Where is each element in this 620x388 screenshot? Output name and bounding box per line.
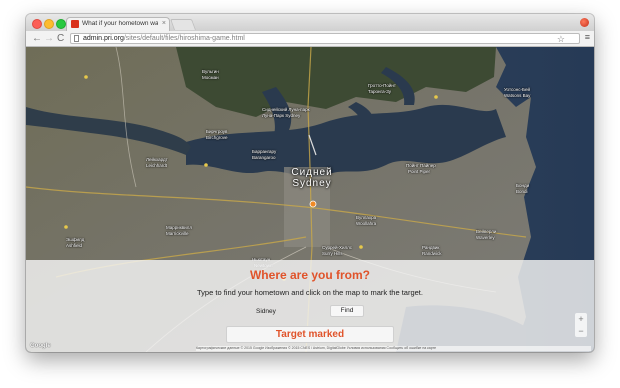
- map-pin: [84, 75, 88, 79]
- tab-title: What if your hometown wa: [82, 20, 158, 27]
- reload-icon[interactable]: C: [57, 32, 64, 45]
- map-label: Баррангару: [252, 149, 277, 154]
- map-label: Суррей-Хиллс: [322, 245, 352, 250]
- game-panel: Where are you from? Type to find your ho…: [26, 260, 594, 352]
- page-content: Вульгин Мосман Гротто-Пойнт Таронга-Зу С…: [26, 47, 594, 352]
- extension-icon[interactable]: [580, 18, 589, 27]
- zoom-control: + −: [575, 313, 587, 337]
- forward-arrow-icon[interactable]: →: [44, 32, 54, 45]
- tab-active[interactable]: What if your hometown wa ×: [66, 17, 170, 31]
- url-path: /sites/default/files/hiroshima-game.html: [123, 35, 245, 42]
- map-label: Рандвик: [422, 245, 440, 250]
- map-label: Birchgrove: [206, 135, 228, 140]
- map-label: Таронга-Зу: [368, 89, 392, 94]
- city-label-english: Sydney: [292, 178, 332, 189]
- map-pin: [359, 245, 363, 249]
- zoom-window-button[interactable]: [56, 19, 66, 29]
- browser-toolbar: ← → C admin.pri.org/sites/default/files/…: [26, 31, 594, 47]
- hamburger-menu-icon[interactable]: ≡: [585, 31, 590, 44]
- city-label: Сидней Sydney: [280, 167, 344, 189]
- site-favicon-icon: [71, 20, 79, 28]
- back-arrow-icon[interactable]: ←: [32, 32, 42, 45]
- tab-bar: What if your hometown wa ×: [26, 14, 594, 31]
- target-marked-button[interactable]: Target marked: [226, 326, 394, 343]
- map-label: Вейверли: [476, 229, 497, 234]
- browser-window: What if your hometown wa × ← → C admin.p…: [26, 14, 594, 352]
- map-attribution[interactable]: Картографические данные © 2015 Google Из…: [196, 346, 591, 351]
- map-label: Луна-Парк Sydney: [262, 113, 301, 118]
- map-label: Бонди: [516, 183, 530, 188]
- map-label: Marrickville: [166, 231, 189, 236]
- url-text: admin.pri.org/sites/default/files/hirosh…: [83, 34, 245, 44]
- close-window-button[interactable]: [32, 19, 42, 29]
- map-label: Woollahra: [356, 221, 377, 226]
- bookmark-star-icon[interactable]: ☆: [557, 34, 565, 45]
- map-label: Вульгин: [202, 69, 219, 74]
- panel-heading: Where are you from?: [249, 268, 371, 282]
- page-icon: [74, 35, 79, 42]
- map-label: Point Piper: [408, 169, 431, 174]
- tab-close-icon[interactable]: ×: [162, 18, 166, 29]
- map-label: Мосман: [202, 75, 219, 80]
- map-pin: [434, 95, 438, 99]
- map-label: Watsons Bay: [504, 93, 531, 98]
- map-label: Randwick: [422, 251, 442, 256]
- map-label: Leichhardt: [146, 163, 168, 168]
- map-label: Bondi: [516, 189, 528, 194]
- map-label: Waverley: [476, 235, 495, 240]
- map-label: Бирчгроув: [206, 129, 228, 134]
- panel-instructions: Type to find your hometown and click on …: [197, 288, 423, 297]
- zoom-out-button[interactable]: −: [575, 325, 587, 337]
- map-label: Гротто-Пойнт: [368, 83, 396, 88]
- hometown-search-input[interactable]: [250, 305, 326, 317]
- map-label: Пойнт Пайпер: [406, 163, 436, 168]
- map-pin: [204, 163, 208, 167]
- map-label: Barangaroo: [252, 155, 276, 160]
- map-label: Эшфилд: [66, 237, 85, 242]
- map-label: Лейкхардт: [146, 157, 168, 162]
- zoom-in-button[interactable]: +: [575, 313, 587, 325]
- map-pin: [64, 225, 68, 229]
- find-button[interactable]: Find: [330, 305, 364, 317]
- map-label: Surry Hills: [322, 251, 343, 256]
- city-label-local: Сидней: [291, 167, 333, 178]
- new-tab-button[interactable]: [169, 19, 197, 30]
- google-logo: Google: [30, 343, 51, 349]
- map-label: Уотсонс-Бей: [504, 87, 530, 92]
- map-label: Марриквилл: [166, 225, 192, 230]
- address-bar[interactable]: admin.pri.org/sites/default/files/hirosh…: [70, 33, 580, 44]
- minimize-window-button[interactable]: [44, 19, 54, 29]
- url-host: admin.pri.org: [83, 35, 124, 42]
- map-label: Ashfield: [66, 243, 83, 248]
- target-marker-icon: [309, 200, 317, 208]
- map-label: Сиднейский Луна-парк: [262, 107, 310, 112]
- map-label: Вуллахра: [356, 215, 377, 220]
